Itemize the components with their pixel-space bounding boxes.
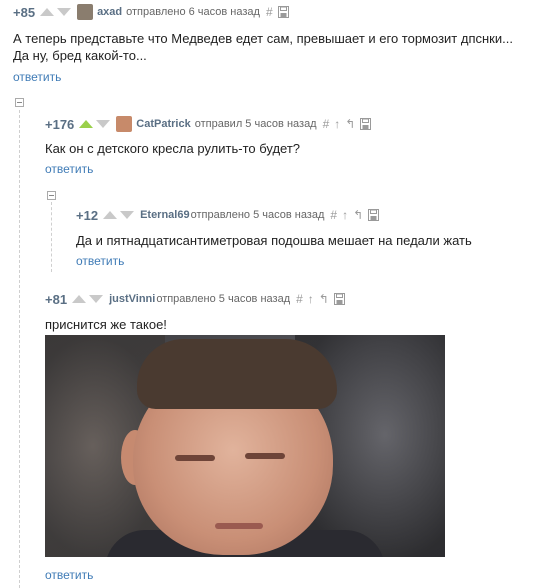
save-icon[interactable] <box>368 209 380 221</box>
comment-image[interactable] <box>45 335 445 557</box>
comment-3-body: Да и пятнадцатисантиметровая подошва меш… <box>76 232 536 249</box>
comment-text: приснится же такое! <box>45 317 167 332</box>
reply-link[interactable]: ответить <box>13 70 61 84</box>
comment-text: Как он с детского кресла рулить-то будет… <box>45 141 301 156</box>
comment-text: Да ну, бред какой-то... <box>13 48 147 63</box>
up-arrow-icon[interactable]: ↑ <box>342 208 348 222</box>
hash-icon[interactable]: # <box>323 117 330 131</box>
posted-time: отправил 5 часов назад <box>194 118 317 130</box>
hash-icon[interactable]: # <box>266 5 273 19</box>
author-link[interactable]: axad <box>97 6 122 18</box>
upvote-icon[interactable] <box>40 8 55 16</box>
hash-icon[interactable]: # <box>296 292 303 306</box>
comment-tools: # ↑ ↰ <box>330 208 380 222</box>
reply-link[interactable]: ответить <box>76 254 124 268</box>
collapse-toggle[interactable] <box>47 191 56 200</box>
mouth <box>215 523 263 529</box>
comment-rating: +176 <box>45 116 75 132</box>
comment-1-body: А теперь представьте что Медведев едет с… <box>13 30 543 64</box>
downvote-icon[interactable] <box>57 8 72 16</box>
comment-tools: # ↑ ↰ <box>296 292 345 306</box>
parent-icon[interactable]: ↰ <box>319 292 329 306</box>
posted-time: отправлено 5 часов назад <box>156 293 291 305</box>
downvote-icon[interactable] <box>120 211 135 219</box>
vote-arrows <box>103 211 135 219</box>
parent-icon[interactable]: ↰ <box>345 117 355 131</box>
hair <box>137 339 337 409</box>
parent-icon[interactable]: ↰ <box>353 208 363 222</box>
upvote-icon[interactable] <box>79 120 94 128</box>
closed-eye <box>245 453 285 459</box>
vote-arrows <box>79 120 111 128</box>
avatar[interactable] <box>116 116 133 132</box>
thread-line <box>51 202 52 272</box>
author-link[interactable]: justVinni <box>109 293 155 305</box>
comment-3-header: +12 Eternal69 отправлено 5 часов назад #… <box>76 207 380 223</box>
save-icon[interactable] <box>277 6 289 18</box>
upvote-icon[interactable] <box>103 211 118 219</box>
vote-arrows <box>72 295 104 303</box>
posted-time: отправлено 6 часов назад <box>126 6 260 18</box>
posted-time: отправлено 5 часов назад <box>190 209 325 221</box>
save-icon[interactable] <box>360 118 372 130</box>
vote-arrows <box>40 8 72 16</box>
author-link[interactable]: Eternal69 <box>140 209 190 221</box>
reply-link[interactable]: ответить <box>45 568 93 582</box>
up-arrow-icon[interactable]: ↑ <box>334 117 340 131</box>
save-icon[interactable] <box>333 293 345 305</box>
upvote-icon[interactable] <box>72 295 87 303</box>
comment-4-body: приснится же такое! <box>45 316 535 333</box>
comment-tools: # <box>266 5 289 19</box>
hash-icon[interactable]: # <box>330 208 337 222</box>
comment-4-header: +81 justVinni отправлено 5 часов назад #… <box>45 291 345 307</box>
closed-eye <box>175 455 215 461</box>
up-arrow-icon[interactable]: ↑ <box>308 292 314 306</box>
comment-1-header: +85 axad отправлено 6 часов назад # <box>13 4 289 20</box>
comment-rating: +12 <box>76 207 99 223</box>
comment-rating: +85 <box>13 4 36 20</box>
comment-rating: +81 <box>45 291 68 307</box>
comment-tools: # ↑ ↰ <box>323 117 372 131</box>
collapse-toggle[interactable] <box>15 98 24 107</box>
comment-2-header: +176 CatPatrick отправил 5 часов назад #… <box>45 116 372 132</box>
thread-line <box>19 110 20 588</box>
downvote-icon[interactable] <box>96 120 111 128</box>
comment-2-body: Как он с детского кресла рулить-то будет… <box>45 140 535 157</box>
reply-link[interactable]: ответить <box>45 162 93 176</box>
comment-text: А теперь представьте что Медведев едет с… <box>13 31 513 46</box>
author-link[interactable]: CatPatrick <box>136 118 190 130</box>
downvote-icon[interactable] <box>89 295 104 303</box>
avatar[interactable] <box>77 4 94 20</box>
comment-text: Да и пятнадцатисантиметровая подошва меш… <box>76 233 472 248</box>
